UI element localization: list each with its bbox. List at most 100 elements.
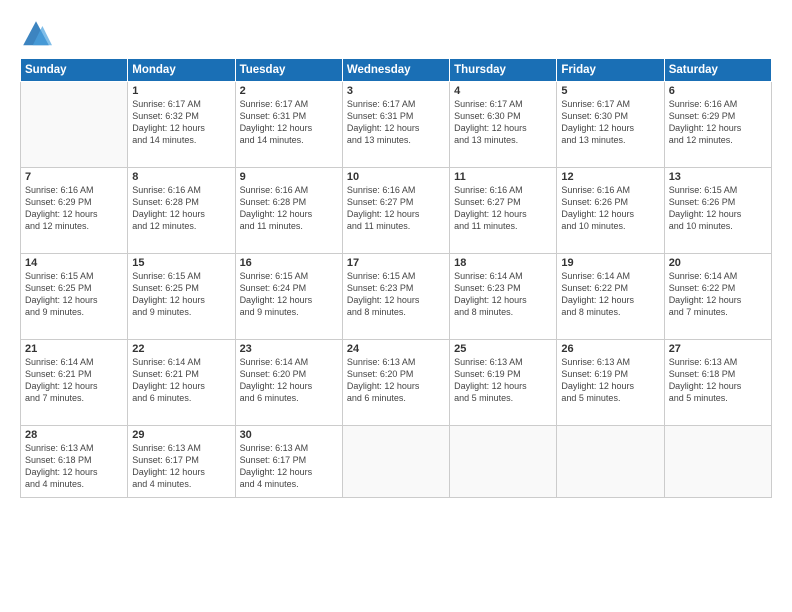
day-info: Sunrise: 6:14 AM Sunset: 6:20 PM Dayligh… bbox=[240, 356, 338, 405]
day-info: Sunrise: 6:17 AM Sunset: 6:32 PM Dayligh… bbox=[132, 98, 230, 147]
calendar-cell: 13Sunrise: 6:15 AM Sunset: 6:26 PM Dayli… bbox=[664, 168, 771, 254]
day-info: Sunrise: 6:17 AM Sunset: 6:31 PM Dayligh… bbox=[240, 98, 338, 147]
calendar-cell: 25Sunrise: 6:13 AM Sunset: 6:19 PM Dayli… bbox=[450, 340, 557, 426]
weekday-header-friday: Friday bbox=[557, 59, 664, 82]
day-number: 17 bbox=[347, 257, 445, 269]
day-number: 12 bbox=[561, 171, 659, 183]
calendar-cell: 22Sunrise: 6:14 AM Sunset: 6:21 PM Dayli… bbox=[128, 340, 235, 426]
calendar-week-row: 1Sunrise: 6:17 AM Sunset: 6:32 PM Daylig… bbox=[21, 82, 772, 168]
logo-icon bbox=[20, 18, 52, 50]
day-number: 28 bbox=[25, 429, 123, 441]
weekday-header-saturday: Saturday bbox=[664, 59, 771, 82]
calendar-cell: 3Sunrise: 6:17 AM Sunset: 6:31 PM Daylig… bbox=[342, 82, 449, 168]
day-number: 1 bbox=[132, 85, 230, 97]
day-number: 22 bbox=[132, 343, 230, 355]
day-number: 3 bbox=[347, 85, 445, 97]
day-info: Sunrise: 6:15 AM Sunset: 6:24 PM Dayligh… bbox=[240, 270, 338, 319]
calendar-cell bbox=[342, 426, 449, 498]
day-info: Sunrise: 6:13 AM Sunset: 6:19 PM Dayligh… bbox=[561, 356, 659, 405]
weekday-header-wednesday: Wednesday bbox=[342, 59, 449, 82]
day-info: Sunrise: 6:14 AM Sunset: 6:23 PM Dayligh… bbox=[454, 270, 552, 319]
calendar-cell: 30Sunrise: 6:13 AM Sunset: 6:17 PM Dayli… bbox=[235, 426, 342, 498]
day-number: 29 bbox=[132, 429, 230, 441]
calendar-cell: 17Sunrise: 6:15 AM Sunset: 6:23 PM Dayli… bbox=[342, 254, 449, 340]
day-number: 8 bbox=[132, 171, 230, 183]
day-number: 19 bbox=[561, 257, 659, 269]
day-number: 23 bbox=[240, 343, 338, 355]
calendar-cell: 20Sunrise: 6:14 AM Sunset: 6:22 PM Dayli… bbox=[664, 254, 771, 340]
day-info: Sunrise: 6:13 AM Sunset: 6:18 PM Dayligh… bbox=[25, 442, 123, 491]
day-number: 5 bbox=[561, 85, 659, 97]
day-number: 13 bbox=[669, 171, 767, 183]
day-number: 2 bbox=[240, 85, 338, 97]
weekday-header-sunday: Sunday bbox=[21, 59, 128, 82]
day-info: Sunrise: 6:16 AM Sunset: 6:27 PM Dayligh… bbox=[347, 184, 445, 233]
day-info: Sunrise: 6:16 AM Sunset: 6:27 PM Dayligh… bbox=[454, 184, 552, 233]
page: SundayMondayTuesdayWednesdayThursdayFrid… bbox=[0, 0, 792, 612]
day-info: Sunrise: 6:17 AM Sunset: 6:31 PM Dayligh… bbox=[347, 98, 445, 147]
calendar-week-row: 28Sunrise: 6:13 AM Sunset: 6:18 PM Dayli… bbox=[21, 426, 772, 498]
day-info: Sunrise: 6:13 AM Sunset: 6:18 PM Dayligh… bbox=[669, 356, 767, 405]
day-number: 14 bbox=[25, 257, 123, 269]
calendar-cell: 23Sunrise: 6:14 AM Sunset: 6:20 PM Dayli… bbox=[235, 340, 342, 426]
day-number: 16 bbox=[240, 257, 338, 269]
day-info: Sunrise: 6:17 AM Sunset: 6:30 PM Dayligh… bbox=[561, 98, 659, 147]
day-info: Sunrise: 6:16 AM Sunset: 6:29 PM Dayligh… bbox=[669, 98, 767, 147]
calendar-week-row: 21Sunrise: 6:14 AM Sunset: 6:21 PM Dayli… bbox=[21, 340, 772, 426]
day-info: Sunrise: 6:14 AM Sunset: 6:21 PM Dayligh… bbox=[25, 356, 123, 405]
calendar-cell bbox=[21, 82, 128, 168]
weekday-header-tuesday: Tuesday bbox=[235, 59, 342, 82]
logo bbox=[20, 18, 58, 50]
day-info: Sunrise: 6:17 AM Sunset: 6:30 PM Dayligh… bbox=[454, 98, 552, 147]
calendar-cell: 14Sunrise: 6:15 AM Sunset: 6:25 PM Dayli… bbox=[21, 254, 128, 340]
calendar-cell: 4Sunrise: 6:17 AM Sunset: 6:30 PM Daylig… bbox=[450, 82, 557, 168]
calendar-cell: 7Sunrise: 6:16 AM Sunset: 6:29 PM Daylig… bbox=[21, 168, 128, 254]
calendar-cell: 18Sunrise: 6:14 AM Sunset: 6:23 PM Dayli… bbox=[450, 254, 557, 340]
calendar-cell: 21Sunrise: 6:14 AM Sunset: 6:21 PM Dayli… bbox=[21, 340, 128, 426]
day-number: 18 bbox=[454, 257, 552, 269]
calendar-cell: 24Sunrise: 6:13 AM Sunset: 6:20 PM Dayli… bbox=[342, 340, 449, 426]
day-info: Sunrise: 6:15 AM Sunset: 6:25 PM Dayligh… bbox=[132, 270, 230, 319]
day-info: Sunrise: 6:15 AM Sunset: 6:25 PM Dayligh… bbox=[25, 270, 123, 319]
day-number: 26 bbox=[561, 343, 659, 355]
calendar-cell: 10Sunrise: 6:16 AM Sunset: 6:27 PM Dayli… bbox=[342, 168, 449, 254]
day-info: Sunrise: 6:13 AM Sunset: 6:17 PM Dayligh… bbox=[240, 442, 338, 491]
day-number: 24 bbox=[347, 343, 445, 355]
day-info: Sunrise: 6:14 AM Sunset: 6:22 PM Dayligh… bbox=[669, 270, 767, 319]
calendar-cell: 28Sunrise: 6:13 AM Sunset: 6:18 PM Dayli… bbox=[21, 426, 128, 498]
day-info: Sunrise: 6:15 AM Sunset: 6:26 PM Dayligh… bbox=[669, 184, 767, 233]
calendar-week-row: 7Sunrise: 6:16 AM Sunset: 6:29 PM Daylig… bbox=[21, 168, 772, 254]
day-info: Sunrise: 6:13 AM Sunset: 6:20 PM Dayligh… bbox=[347, 356, 445, 405]
day-number: 6 bbox=[669, 85, 767, 97]
calendar-cell: 1Sunrise: 6:17 AM Sunset: 6:32 PM Daylig… bbox=[128, 82, 235, 168]
calendar-cell: 12Sunrise: 6:16 AM Sunset: 6:26 PM Dayli… bbox=[557, 168, 664, 254]
day-number: 11 bbox=[454, 171, 552, 183]
day-number: 15 bbox=[132, 257, 230, 269]
day-number: 20 bbox=[669, 257, 767, 269]
calendar-cell: 15Sunrise: 6:15 AM Sunset: 6:25 PM Dayli… bbox=[128, 254, 235, 340]
weekday-header-thursday: Thursday bbox=[450, 59, 557, 82]
calendar-cell: 5Sunrise: 6:17 AM Sunset: 6:30 PM Daylig… bbox=[557, 82, 664, 168]
day-info: Sunrise: 6:15 AM Sunset: 6:23 PM Dayligh… bbox=[347, 270, 445, 319]
day-info: Sunrise: 6:16 AM Sunset: 6:29 PM Dayligh… bbox=[25, 184, 123, 233]
calendar-cell: 2Sunrise: 6:17 AM Sunset: 6:31 PM Daylig… bbox=[235, 82, 342, 168]
calendar-cell bbox=[664, 426, 771, 498]
day-info: Sunrise: 6:16 AM Sunset: 6:28 PM Dayligh… bbox=[132, 184, 230, 233]
calendar-cell: 26Sunrise: 6:13 AM Sunset: 6:19 PM Dayli… bbox=[557, 340, 664, 426]
day-number: 27 bbox=[669, 343, 767, 355]
day-info: Sunrise: 6:16 AM Sunset: 6:26 PM Dayligh… bbox=[561, 184, 659, 233]
day-number: 7 bbox=[25, 171, 123, 183]
day-number: 25 bbox=[454, 343, 552, 355]
calendar-cell bbox=[557, 426, 664, 498]
calendar-cell: 19Sunrise: 6:14 AM Sunset: 6:22 PM Dayli… bbox=[557, 254, 664, 340]
day-info: Sunrise: 6:16 AM Sunset: 6:28 PM Dayligh… bbox=[240, 184, 338, 233]
calendar-week-row: 14Sunrise: 6:15 AM Sunset: 6:25 PM Dayli… bbox=[21, 254, 772, 340]
weekday-header-row: SundayMondayTuesdayWednesdayThursdayFrid… bbox=[21, 59, 772, 82]
calendar-cell: 16Sunrise: 6:15 AM Sunset: 6:24 PM Dayli… bbox=[235, 254, 342, 340]
calendar-cell bbox=[450, 426, 557, 498]
calendar-cell: 27Sunrise: 6:13 AM Sunset: 6:18 PM Dayli… bbox=[664, 340, 771, 426]
weekday-header-monday: Monday bbox=[128, 59, 235, 82]
day-info: Sunrise: 6:14 AM Sunset: 6:21 PM Dayligh… bbox=[132, 356, 230, 405]
day-info: Sunrise: 6:14 AM Sunset: 6:22 PM Dayligh… bbox=[561, 270, 659, 319]
day-info: Sunrise: 6:13 AM Sunset: 6:17 PM Dayligh… bbox=[132, 442, 230, 491]
